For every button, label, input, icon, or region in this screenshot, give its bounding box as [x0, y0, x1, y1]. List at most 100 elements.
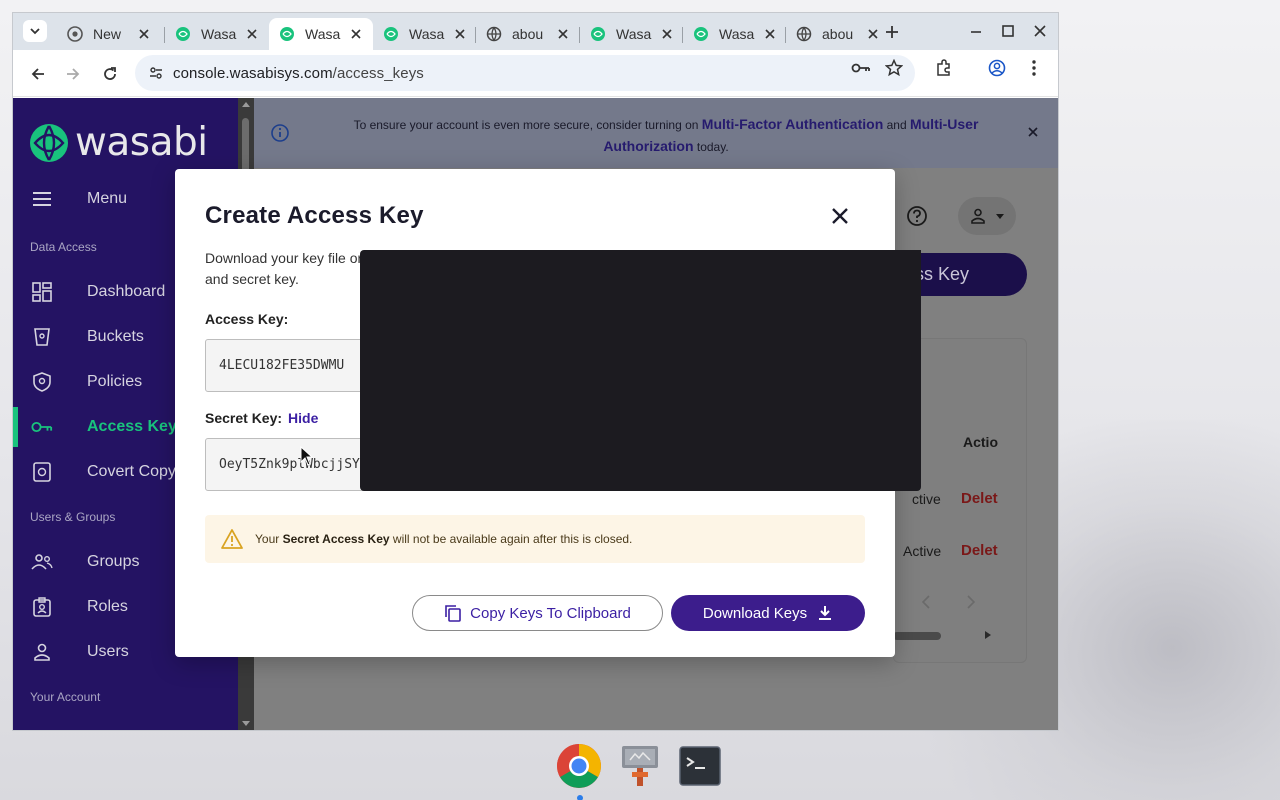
download-keys-button[interactable]: Download Keys [671, 595, 865, 631]
secret-key-label-row: Secret Key: Hide [205, 410, 318, 426]
mfa-link[interactable]: Multi-Factor Authentication [702, 116, 883, 132]
url-path: /access_keys [332, 64, 424, 82]
banner-and: and [886, 118, 907, 132]
taskbar-file-manager[interactable] [617, 743, 663, 789]
delete-link[interactable]: Delet [961, 542, 998, 559]
copy-icon [445, 605, 461, 622]
user-icon [31, 641, 53, 663]
close-icon[interactable] [658, 25, 676, 43]
horizontal-scrollbar-thumb[interactable] [893, 632, 941, 640]
tab-4[interactable]: abou [476, 18, 580, 50]
help-icon[interactable] [906, 205, 928, 227]
close-icon[interactable] [451, 25, 469, 43]
tab-strip: New Wasa Wasa Wasa abou Wasa Wasa abou [13, 13, 1058, 50]
dialog-title: Create Access Key [205, 202, 424, 229]
sidebar-item-label: Policies [87, 373, 143, 390]
close-icon[interactable] [347, 25, 365, 43]
running-indicator [577, 795, 583, 800]
plus-icon [886, 26, 898, 38]
intro-line-1: Download your key file or [205, 250, 363, 266]
tab-title: New [93, 26, 122, 42]
tab-2[interactable]: Wasa [269, 18, 373, 50]
close-window-button[interactable] [1031, 22, 1049, 40]
minimize-button[interactable] [967, 22, 985, 40]
maximize-icon [1002, 25, 1014, 37]
caret-down-icon [996, 213, 1004, 219]
wasabi-logo: wasabi [29, 120, 208, 165]
secret-key-label: Secret Key: [205, 410, 283, 426]
close-icon[interactable] [761, 25, 779, 43]
tab-3[interactable]: Wasa [373, 18, 477, 50]
tab-title: Wasa [305, 26, 341, 42]
close-icon[interactable] [554, 25, 572, 43]
url-text: console.wasabisys.com/access_keys [173, 65, 424, 82]
wasabi-logo-icon [30, 123, 68, 162]
tab-title: abou [512, 26, 544, 42]
bookmark-button[interactable] [884, 58, 904, 78]
close-icon[interactable] [864, 25, 882, 43]
warning-before: Your [255, 532, 280, 546]
tab-6[interactable]: Wasa [683, 18, 787, 50]
url-host: console.wasabisys.com [173, 64, 333, 82]
new-tab-button[interactable] [881, 21, 903, 43]
minimize-icon [971, 31, 981, 33]
globe-icon [486, 26, 502, 42]
tab-1[interactable]: Wasa [165, 18, 269, 50]
section-your-account: Your Account [30, 690, 101, 704]
close-icon [1034, 25, 1046, 37]
back-button[interactable] [26, 62, 50, 86]
forward-button[interactable] [61, 62, 85, 86]
maximize-button[interactable] [999, 22, 1017, 40]
banner-message: To ensure your account is even more secu… [314, 114, 1018, 158]
wasabi-icon [384, 27, 398, 41]
dialog-intro: Download your key file or and secret key… [205, 248, 375, 290]
copy-keys-button[interactable]: Copy Keys To Clipboard [412, 595, 663, 631]
tune-icon [150, 67, 162, 79]
puzzle-icon [937, 59, 950, 76]
tab-0[interactable]: New [57, 18, 161, 50]
reload-button[interactable] [98, 62, 122, 86]
browser-menu-button[interactable] [1024, 58, 1044, 78]
table-header-actions: Actio [963, 434, 998, 450]
sidebar-item-label: Covert Copy [87, 463, 176, 480]
taskbar-terminal[interactable] [677, 743, 723, 789]
tab-title: Wasa [616, 26, 652, 42]
tab-5[interactable]: Wasa [580, 18, 684, 50]
arrow-left-icon [31, 68, 44, 80]
copy-keys-label: Copy Keys To Clipboard [470, 604, 631, 622]
hide-secret-link[interactable]: Hide [288, 410, 318, 426]
close-icon[interactable] [1026, 125, 1040, 139]
wasabi-icon [694, 27, 708, 41]
taskbar-chrome[interactable] [556, 743, 602, 789]
account-menu-button[interactable] [958, 197, 1016, 235]
intro-line-2: and secret key. [205, 271, 299, 287]
dashboard-icon [31, 281, 53, 303]
close-icon[interactable] [135, 25, 153, 43]
site-info-button[interactable] [143, 60, 169, 86]
password-key-button[interactable] [851, 58, 871, 78]
row-status: ctive [912, 491, 941, 507]
profile-button[interactable] [987, 58, 1007, 78]
tab-search-button[interactable] [23, 20, 47, 42]
sidebar-item-label: Roles [87, 598, 128, 615]
chevron-right-icon[interactable] [966, 595, 976, 609]
sidebar-item-label: Dashboard [87, 283, 166, 300]
file-manager-icon [622, 746, 658, 786]
warning-text: Your Secret Access Key will not be avail… [255, 532, 632, 546]
key-icon [31, 416, 53, 438]
delete-link[interactable]: Delet [961, 490, 998, 507]
scroll-up-icon[interactable] [241, 100, 251, 108]
address-bar[interactable]: console.wasabisys.com/access_keys [135, 55, 915, 91]
scroll-right-icon[interactable] [984, 630, 992, 640]
scroll-down-icon[interactable] [241, 720, 251, 728]
close-icon[interactable] [243, 25, 261, 43]
chevron-left-icon[interactable] [921, 595, 931, 609]
sidebar-item-label: Buckets [87, 328, 144, 345]
globe-icon [796, 26, 812, 42]
extensions-button[interactable] [934, 58, 954, 78]
shield-icon [31, 371, 53, 393]
close-icon[interactable] [830, 206, 850, 226]
banner-today: today. [696, 140, 729, 154]
tab-7[interactable]: abou [786, 18, 890, 50]
access-key-value: 4LECU182FE35DWMU [219, 358, 345, 373]
